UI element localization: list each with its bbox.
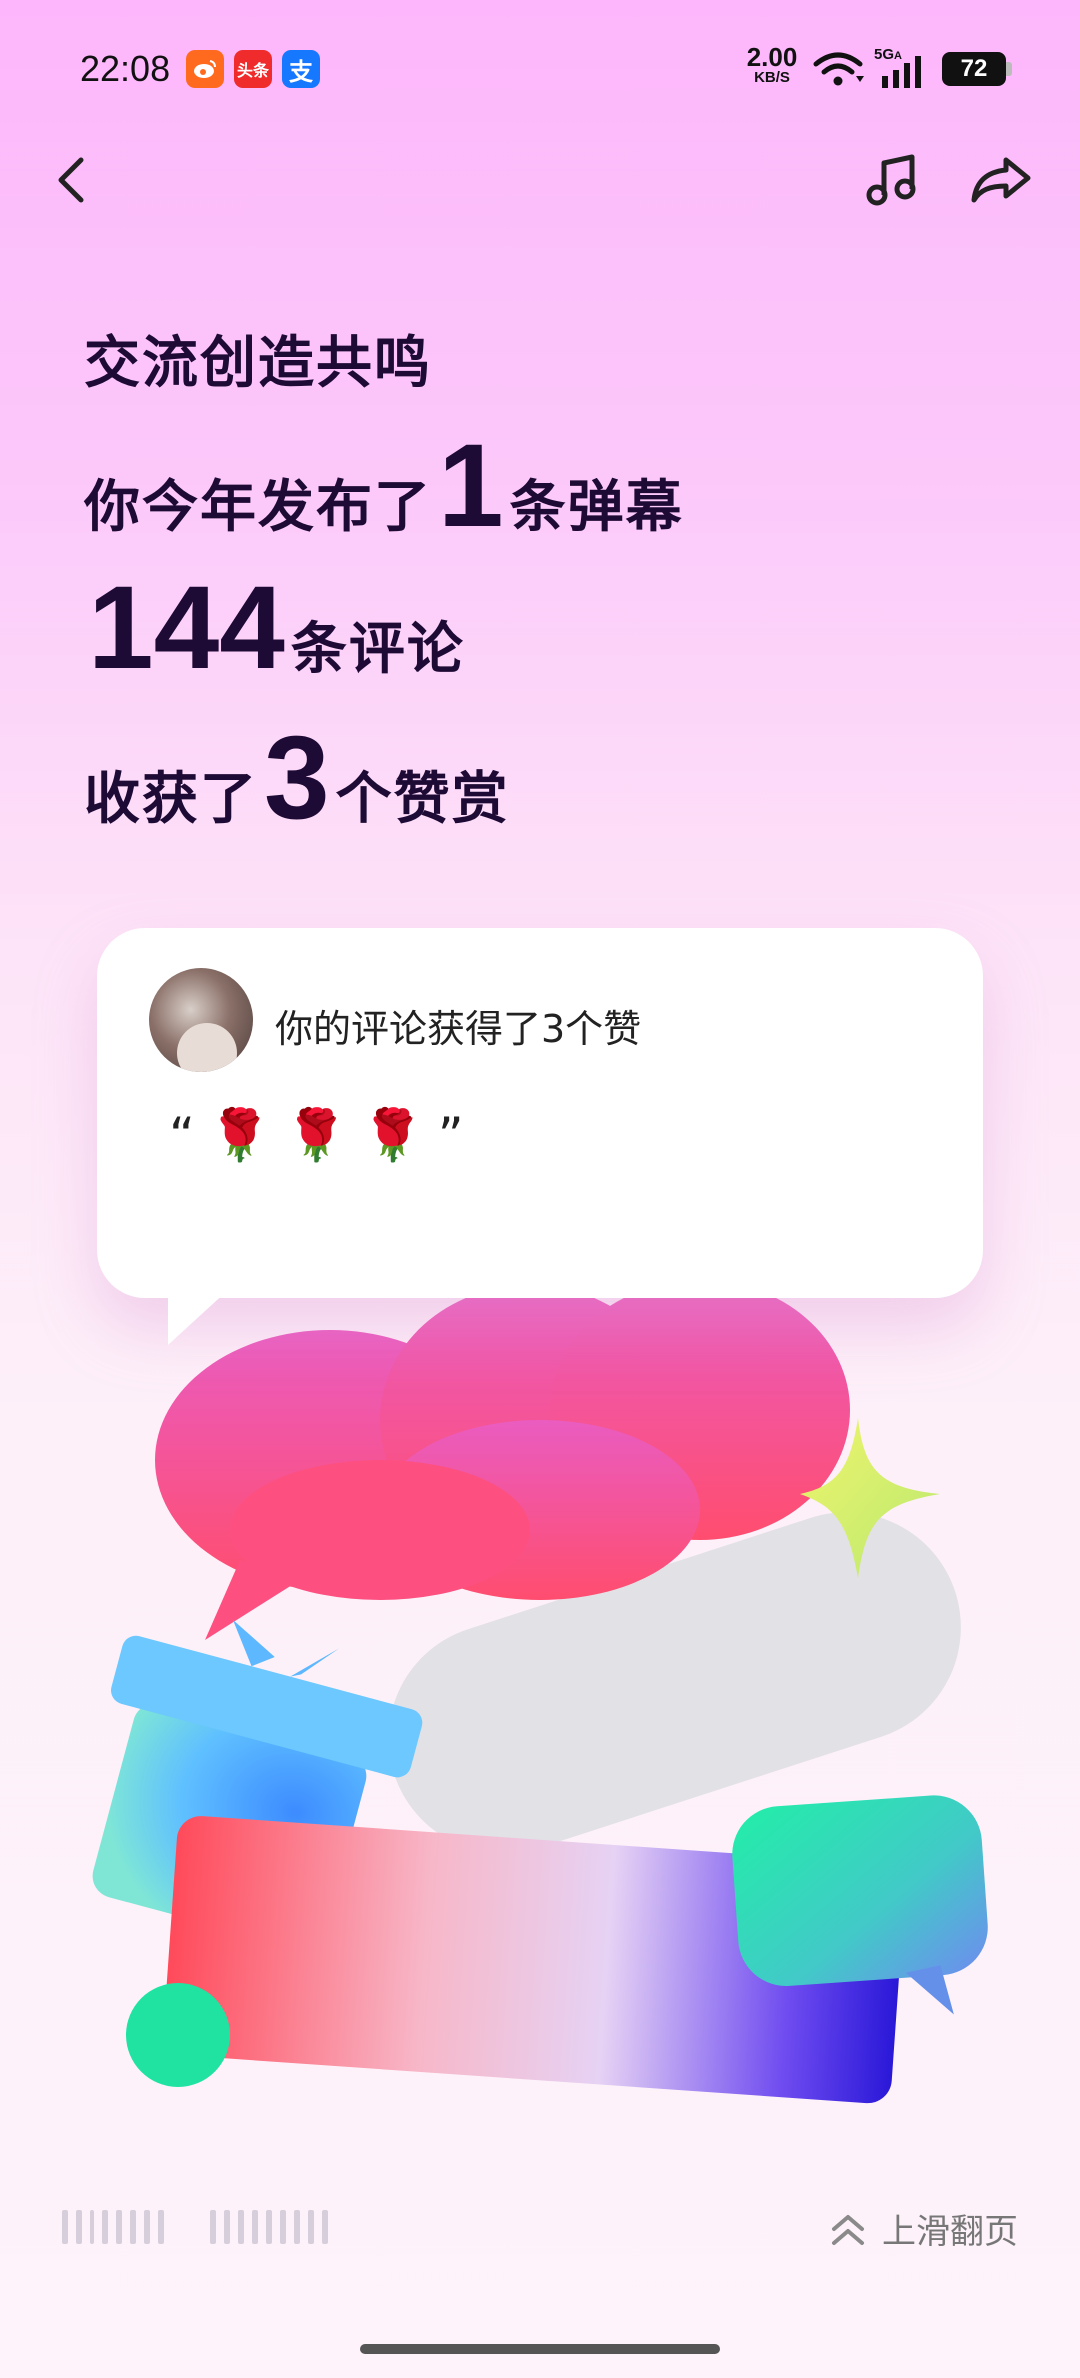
danmaku-count: 1 (438, 420, 504, 552)
headline-line-2: 你今年发布了 1 条弹幕 (84, 418, 684, 554)
quote-open: “ (169, 1106, 195, 1165)
headline-line-1: 交流创造共鸣 (84, 318, 432, 399)
share-arrow-icon (971, 157, 1031, 203)
rose-emoji-3: 🌹 (361, 1106, 424, 1164)
decorative-illustration (92, 1280, 988, 2104)
headline-title: 交流创造共鸣 (84, 331, 432, 396)
comment-like-title: 你的评论获得了3个赞 (275, 1007, 642, 1051)
swipe-up-label: 上滑翻页 (882, 2212, 1018, 2252)
back-arrow-icon (58, 157, 84, 203)
reward-count: 3 (264, 712, 330, 844)
comment-quote: “ 🌹 🌹 🌹 ” (169, 1106, 464, 1165)
home-indicator[interactable] (360, 2344, 720, 2354)
weibo-app-icon (186, 50, 224, 88)
music-note-icon (866, 154, 916, 206)
reward-prefix: 收获了 (84, 767, 258, 832)
comment-count: 144 (88, 562, 285, 694)
back-button[interactable] (36, 145, 106, 215)
battery-indicator: 72 (942, 52, 1006, 86)
network-speed: 2.00 KB/S (746, 42, 798, 86)
danmaku-prefix: 你今年发布了 (84, 475, 432, 540)
toutiao-app-icon: 头条 (234, 50, 272, 88)
cellular-signal-icon (882, 56, 921, 88)
comment-suffix: 条评论 (290, 617, 465, 682)
green-dot (126, 1983, 230, 2087)
status-bar: 22:08 头条 支 2.00 KB/S 5GA 72 (0, 0, 1080, 140)
battery-tip (1006, 62, 1012, 76)
quote-close: ” (437, 1106, 464, 1165)
headline-line-4: 收获了 3 个赞赏 (84, 710, 510, 846)
danmaku-suffix: 条弹幕 (509, 475, 684, 540)
page-indicator (62, 2210, 328, 2244)
avatar[interactable] (149, 968, 253, 1072)
rose-emoji-1: 🌹 (208, 1106, 272, 1164)
alipay-app-icon: 支 (282, 50, 320, 88)
share-button[interactable] (966, 145, 1036, 215)
comment-card[interactable]: 你的评论获得了3个赞 “ 🌹 🌹 🌹 ” (97, 928, 983, 1298)
card-tail (168, 1290, 228, 1345)
reward-suffix: 个赞赏 (335, 767, 510, 832)
music-button[interactable] (858, 145, 928, 215)
status-time: 22:08 (80, 48, 171, 89)
headline-line-3: 144 条评论 (88, 560, 465, 696)
double-chevron-up-icon (832, 2214, 864, 2245)
wifi-icon (813, 52, 864, 86)
rose-emoji-2: 🌹 (285, 1106, 348, 1164)
swipe-up-hint[interactable]: 上滑翻页 (828, 2204, 1018, 2253)
